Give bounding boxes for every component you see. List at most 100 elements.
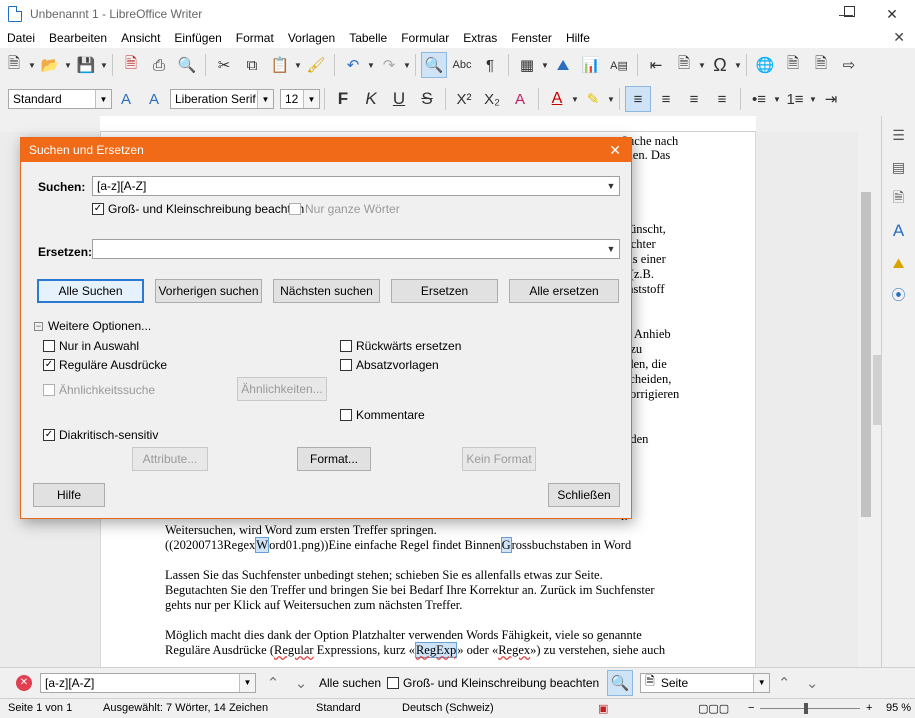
bullet-list-icon[interactable]: •≡ [746,86,772,112]
new-document-icon[interactable]: 🗎 [1,52,27,78]
font-name-select[interactable]: Liberation Serif ▼ [170,89,274,109]
comment-icon[interactable]: 🗎 [808,52,834,78]
spelling-icon[interactable]: Abc [449,52,475,78]
print-preview-icon[interactable]: 🔍 [174,52,200,78]
navigator-icon[interactable]: ⦿ [886,282,912,308]
go-up-icon[interactable]: ⌃ [771,670,797,696]
horizontal-ruler[interactable] [100,116,756,132]
save-icon[interactable]: 💾 [73,52,99,78]
dialog-close-icon[interactable]: ✕ [609,142,621,159]
menu-datei[interactable]: Datei [0,31,42,45]
superscript-icon[interactable]: X² [451,86,477,112]
copy-icon[interactable]: ⧉ [239,52,265,78]
current-selection-checkbox[interactable]: Nur in Auswahl [43,339,139,353]
find-next-icon[interactable]: ⌄ [288,670,314,696]
insert-table-icon[interactable]: ▦ [514,52,540,78]
chevron-down-icon[interactable]: ▼ [753,673,770,692]
clear-formatting-icon[interactable]: A [507,86,533,112]
insert-image-icon[interactable]: ⛰ [550,52,576,78]
findbar-match-case-checkbox[interactable]: Groß- und Kleinschreibung beachten [387,676,599,690]
menu-hilfe[interactable]: Hilfe [559,31,597,45]
gallery-icon[interactable]: ⛰ [886,250,912,276]
menu-extras[interactable]: Extras [456,31,504,45]
properties-icon[interactable]: ▤ [886,154,912,180]
replace-button[interactable]: Ersetzen [391,279,498,303]
match-case-checkbox[interactable]: ✓ Groß- und Kleinschreibung beachten [92,202,304,216]
paragraph-styles-checkbox[interactable]: Absatzvorlagen [340,358,439,372]
menu-format[interactable]: Format [229,31,281,45]
more-options-expander[interactable]: − Weitere Optionen... [34,319,151,333]
menu-vorlagen[interactable]: Vorlagen [281,31,342,45]
no-format-button[interactable]: Kein Format [462,447,536,471]
find-all-link[interactable]: Alle suchen [319,676,381,690]
font-size-select[interactable]: 12 ▼ [280,89,320,109]
vertical-scrollbar[interactable] [858,132,874,667]
whole-words-checkbox[interactable]: Nur ganze Wörter [289,202,400,216]
special-character-icon[interactable]: Ω [707,52,733,78]
format-button[interactable]: Format... [297,447,371,471]
find-toolbar-input[interactable]: [a-z][A-Z] ▼ [40,672,256,693]
find-all-button[interactable]: Alle Suchen [37,279,144,303]
chevron-down-icon[interactable]: ▼ [239,673,255,692]
diacritics-checkbox[interactable]: ✓ Diakritisch-sensitiv [43,428,158,442]
sidebar-toggle[interactable] [873,355,881,425]
footnote-icon[interactable]: 🗎 [780,52,806,78]
menu-einfuegen[interactable]: Einfügen [167,31,228,45]
chevron-down-icon[interactable]: ▼ [303,90,319,108]
similarity-checkbox[interactable]: Ähnlichkeitssuche [43,383,155,397]
find-next-button[interactable]: Nächsten suchen [273,279,380,303]
backwards-checkbox[interactable]: Rückwärts ersetzen [340,339,461,353]
bold-icon[interactable]: F [330,86,356,112]
menu-tabelle[interactable]: Tabelle [342,31,394,45]
maximize-button[interactable] [844,6,855,17]
justify-icon[interactable]: ≡ [709,86,735,112]
clone-formatting-icon[interactable]: 🖌 [303,52,329,78]
close-document-icon[interactable]: ✕ [893,29,905,46]
scrollbar-thumb[interactable] [861,192,871,517]
page-count[interactable]: Seite 1 von 1 [8,702,72,714]
hyperlink-icon[interactable]: 🌐 [752,52,778,78]
highlight-color-icon[interactable]: ✎ [580,86,606,112]
search-in-select[interactable]: 🗎 Seite ▼ [640,672,771,693]
numbered-list-icon[interactable]: 1≡ [782,86,808,112]
new-style-icon[interactable]: A [141,86,167,112]
zoom-level[interactable]: 95 % [886,702,911,714]
zoom-out-icon[interactable]: − [748,702,754,714]
insert-textbox-icon[interactable]: A▤ [606,52,632,78]
attributes-button[interactable]: Attribute... [132,447,208,471]
sidebar-menu-icon[interactable]: ☰ [886,122,912,148]
language[interactable]: Deutsch (Schweiz) [402,702,494,714]
styles-icon[interactable]: A [886,218,912,244]
chevron-down-icon[interactable]: ▼ [95,90,111,108]
page-break-icon[interactable]: ⇤ [643,52,669,78]
view-layout-icon[interactable]: ▢▢▢ [698,702,729,715]
regex-checkbox[interactable]: ✓ Reguläre Ausdrücke [43,358,167,372]
go-down-icon[interactable]: ⌄ [799,670,825,696]
chevron-down-icon[interactable]: ▼ [257,90,273,108]
find-replace-icon[interactable]: 🔍 [607,669,634,696]
zoom-in-icon[interactable]: + [866,702,872,714]
find-previous-button[interactable]: Vorherigen suchen [155,279,262,303]
align-right-icon[interactable]: ≡ [681,86,707,112]
close-window-button[interactable]: ✕ [869,0,915,28]
align-center-icon[interactable]: ≡ [653,86,679,112]
paste-icon[interactable]: 📋 [267,52,293,78]
find-replace-icon[interactable]: 🔍 [421,52,447,78]
undo-icon[interactable]: ↶ [340,52,366,78]
strikethrough-icon[interactable]: S [414,86,440,112]
export-pdf-icon[interactable]: 🗎 [118,52,144,78]
menu-ansicht[interactable]: Ansicht [114,31,167,45]
paragraph-style-select[interactable]: Standard ▼ [8,89,112,109]
subscript-icon[interactable]: X₂ [479,86,505,112]
menu-fenster[interactable]: Fenster [504,31,559,45]
find-previous-icon[interactable]: ⌃ [260,670,286,696]
update-style-icon[interactable]: A [113,86,139,112]
underline-icon[interactable]: U [386,86,412,112]
page-icon[interactable]: 🗎 [886,186,912,212]
align-left-icon[interactable]: ≡ [625,86,651,112]
close-find-toolbar-icon[interactable]: ✕ [16,674,32,691]
help-button[interactable]: Hilfe [33,483,105,507]
print-icon[interactable]: ⎙ [146,52,172,78]
italic-icon[interactable]: K [358,86,384,112]
redo-icon[interactable]: ↷ [376,52,402,78]
